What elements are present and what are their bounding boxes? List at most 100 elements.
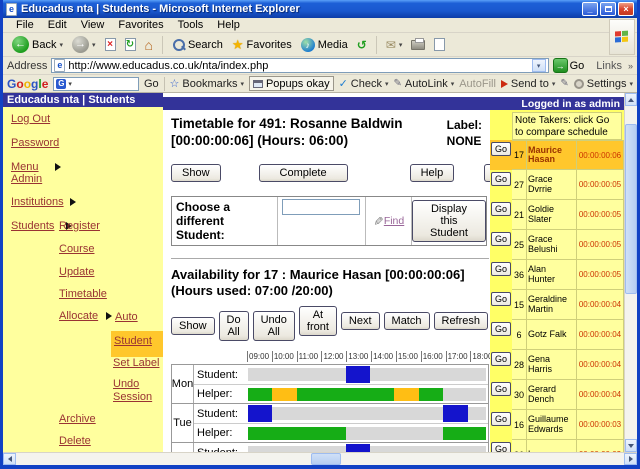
stop-button[interactable]: × bbox=[102, 37, 119, 52]
refresh-button[interactable]: ↻ bbox=[122, 37, 139, 52]
schedule-block-student[interactable] bbox=[345, 366, 371, 384]
go-button[interactable]: Go bbox=[490, 172, 511, 186]
go-button[interactable]: Go bbox=[490, 292, 511, 306]
schedule-track[interactable] bbox=[248, 426, 486, 440]
archive-link[interactable]: Archive bbox=[59, 413, 96, 425]
course-link[interactable]: Course bbox=[59, 243, 94, 255]
print-button[interactable] bbox=[408, 37, 428, 51]
go-button[interactable]: Go bbox=[490, 442, 511, 452]
timetable-link[interactable]: Timetable bbox=[59, 288, 107, 300]
sidebar-item-set-label[interactable]: Set Label bbox=[113, 357, 159, 369]
schedule-block-free[interactable] bbox=[296, 387, 395, 401]
schedule-block-free[interactable] bbox=[248, 387, 273, 401]
menu-file[interactable]: File bbox=[9, 18, 41, 32]
find-link[interactable]: Find bbox=[384, 215, 404, 227]
schedule-block-busy[interactable] bbox=[394, 387, 419, 401]
go-button[interactable]: Go bbox=[490, 382, 511, 396]
back-dropdown-icon[interactable]: ▾ bbox=[59, 41, 63, 49]
scroll-left-button[interactable] bbox=[3, 453, 16, 465]
maximize-button[interactable] bbox=[600, 2, 616, 16]
delete-link[interactable]: Delete bbox=[59, 435, 91, 447]
logout-link[interactable]: Log Out bbox=[11, 113, 50, 125]
display-student-button[interactable]: Display this Student bbox=[412, 199, 486, 242]
links-chevron-icon[interactable]: » bbox=[628, 61, 633, 71]
button-match[interactable]: Match bbox=[383, 312, 430, 331]
sidebar-item-archive[interactable]: Archive bbox=[59, 413, 96, 425]
menu-help[interactable]: Help bbox=[210, 18, 247, 32]
password-link[interactable]: Password bbox=[11, 137, 59, 149]
button-show[interactable]: Show bbox=[171, 163, 221, 182]
sidebar-item-institutions[interactable]: Institutions bbox=[11, 196, 76, 208]
menu-view[interactable]: View bbox=[74, 18, 112, 32]
go-button[interactable]: Go bbox=[490, 322, 511, 336]
go-button[interactable]: Go bbox=[490, 202, 511, 216]
sidebar-item-menu[interactable]: Menu bbox=[11, 161, 61, 173]
button-complete[interactable]: Complete bbox=[258, 163, 348, 182]
google-go-button[interactable]: Go bbox=[144, 78, 159, 90]
sidebar-item-auto[interactable]: Auto bbox=[115, 311, 138, 323]
admin-link[interactable]: Admin bbox=[11, 173, 42, 185]
go-button[interactable]: Go bbox=[490, 142, 511, 156]
go-button[interactable]: → Go bbox=[552, 58, 584, 73]
vertical-scroll-track[interactable] bbox=[625, 106, 637, 439]
favorites-button[interactable]: ★ Favorites bbox=[229, 37, 295, 52]
institutions-link[interactable]: Institutions bbox=[11, 196, 64, 208]
schedule-block-free[interactable] bbox=[418, 387, 444, 401]
schedule-track[interactable] bbox=[248, 366, 486, 384]
send-to-button[interactable]: Send to ▾ bbox=[500, 78, 555, 90]
horizontal-scrollbar[interactable] bbox=[3, 452, 637, 465]
edit-button[interactable] bbox=[431, 37, 448, 52]
sidebar-item-delete[interactable]: Delete bbox=[59, 435, 91, 447]
scroll-right-button[interactable] bbox=[624, 453, 637, 465]
bookmarks-button[interactable]: ☆ Bookmarks ▾ bbox=[170, 77, 244, 91]
highlighter-icon[interactable]: ✎ bbox=[560, 78, 568, 89]
google-search-input[interactable]: G ▾ bbox=[53, 76, 139, 91]
forward-dropdown-icon[interactable]: ▾ bbox=[92, 41, 96, 49]
schedule-block-free[interactable] bbox=[248, 426, 346, 440]
sidebar-item-update[interactable]: Update bbox=[59, 266, 94, 278]
students-link[interactable]: Students bbox=[11, 220, 54, 232]
menu-link[interactable]: Menu bbox=[11, 161, 39, 173]
button-refresh[interactable]: Refresh bbox=[433, 312, 489, 331]
media-button[interactable]: ♪ Media bbox=[298, 37, 351, 53]
home-button[interactable]: ⌂ bbox=[142, 37, 156, 53]
links-label[interactable]: Links bbox=[596, 60, 622, 72]
button-printable[interactable]: Printable bbox=[484, 163, 490, 182]
vertical-scroll-thumb[interactable] bbox=[625, 124, 637, 294]
schedule-block-busy[interactable] bbox=[272, 387, 297, 401]
autolink-button[interactable]: ✎ AutoLink ▾ bbox=[394, 78, 455, 90]
mail-dropdown-icon[interactable]: ▾ bbox=[399, 41, 403, 49]
sidebar-item-allocate[interactable]: Allocate bbox=[59, 310, 113, 322]
schedule-track[interactable] bbox=[248, 387, 486, 401]
button-next[interactable]: Next bbox=[340, 312, 380, 331]
search-button[interactable]: Search bbox=[169, 37, 226, 52]
go-button[interactable]: Go bbox=[490, 352, 511, 366]
button-show[interactable]: Show bbox=[171, 317, 215, 336]
close-button[interactable]: × bbox=[618, 2, 634, 16]
auto-link[interactable]: Auto bbox=[115, 311, 138, 323]
button-at-front[interactable]: At front bbox=[298, 306, 337, 337]
menu-tools[interactable]: Tools bbox=[171, 18, 211, 32]
register-link[interactable]: Register bbox=[59, 220, 100, 232]
undo-session-link[interactable]: Undo Session bbox=[113, 378, 152, 403]
button-do-all[interactable]: Do All bbox=[218, 311, 249, 342]
update-link[interactable]: Update bbox=[59, 266, 94, 278]
sidebar-item-register[interactable]: Register bbox=[59, 220, 100, 232]
schedule-block-student[interactable] bbox=[345, 444, 371, 452]
sidebar-item-logout[interactable]: Log Out bbox=[11, 113, 50, 125]
allocate-link[interactable]: Allocate bbox=[59, 310, 98, 322]
google-search-dropdown-icon[interactable]: ▾ bbox=[68, 80, 72, 88]
schedule-track[interactable] bbox=[248, 444, 486, 452]
sidebar-item-timetable[interactable]: Timetable bbox=[59, 288, 107, 300]
go-button[interactable]: Go bbox=[490, 412, 511, 426]
vertical-scrollbar[interactable] bbox=[624, 93, 637, 452]
schedule-block-free[interactable] bbox=[443, 426, 486, 440]
sidebar-item-undo-session[interactable]: Undo Session bbox=[113, 378, 163, 403]
go-button[interactable]: Go bbox=[490, 232, 511, 246]
student-search-input[interactable] bbox=[282, 198, 360, 215]
horizontal-scroll-thumb[interactable] bbox=[311, 453, 341, 465]
menu-favorites[interactable]: Favorites bbox=[111, 18, 170, 32]
forward-button[interactable]: → ▾ bbox=[69, 35, 99, 54]
go-button[interactable]: Go bbox=[490, 262, 511, 276]
menu-edit[interactable]: Edit bbox=[41, 18, 74, 32]
